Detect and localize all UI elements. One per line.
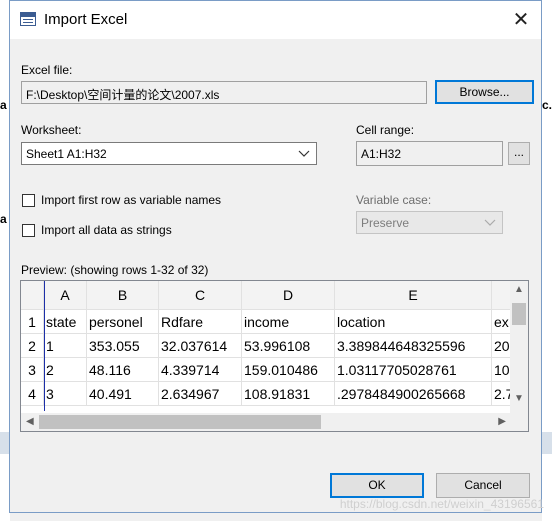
watermark: https://blog.csdn.net/weixin_43196561: [339, 497, 544, 511]
table-row: 4 3 40.491 2.634967 108.91831 .297848490…: [21, 381, 527, 406]
table-cell: location: [334, 309, 492, 334]
table-cell: 3: [43, 381, 87, 406]
excel-file-label: Excel file:: [21, 63, 73, 77]
table-cell: 1.03117705028761: [334, 357, 492, 382]
column-header[interactable]: C: [158, 281, 242, 310]
table-cell: 108.91831: [241, 381, 335, 406]
cell-range-picker-button[interactable]: ...: [508, 142, 530, 165]
scroll-right-icon[interactable]: ▶: [498, 416, 506, 427]
row-number: 2: [21, 333, 44, 358]
table-cell: income: [241, 309, 335, 334]
chevron-down-icon: [484, 219, 496, 226]
worksheet-value: Sheet1 A1:H32: [26, 147, 107, 161]
title-bar: Import Excel ✕: [10, 1, 541, 39]
checkbox-box[interactable]: [22, 223, 35, 237]
column-header-row: A B C D E: [21, 281, 527, 310]
table-cell: 353.055: [86, 333, 159, 358]
vertical-scroll-thumb[interactable]: [512, 303, 526, 325]
row-number: 3: [21, 357, 44, 382]
import-excel-dialog: Import Excel ✕ Excel file: F:\Desktop\空间…: [9, 0, 542, 513]
row-number: 1: [21, 309, 44, 334]
table-row: 3 2 48.116 4.339714 159.010486 1.0311770…: [21, 357, 527, 382]
dialog-title: Import Excel: [44, 11, 128, 28]
cell-range-field[interactable]: A1:H32: [356, 141, 503, 166]
preview-label: Preview: (showing rows 1-32 of 32): [21, 263, 209, 277]
table-cell: Rdfare: [158, 309, 242, 334]
table-cell: state: [43, 309, 87, 334]
horizontal-scroll-thumb[interactable]: [39, 415, 321, 429]
background-text-fragment-right: c.: [542, 98, 552, 112]
table-row: 2 1 353.055 32.037614 53.996108 3.389844…: [21, 333, 527, 358]
vertical-scrollbar[interactable]: ▲ ▼: [510, 281, 528, 413]
scroll-down-icon[interactable]: ▼: [514, 393, 524, 404]
scroll-left-icon[interactable]: ◀: [26, 416, 34, 427]
table-cell: 159.010486: [241, 357, 335, 382]
row-header-divider: [44, 281, 45, 411]
column-header[interactable]: A: [43, 281, 87, 310]
first-row-checkbox[interactable]: Import first row as variable names: [22, 193, 221, 207]
corner-cell: [21, 281, 44, 310]
checkbox-box[interactable]: [22, 193, 35, 207]
variable-case-value: Preserve: [361, 216, 410, 230]
table-cell: 2: [43, 357, 87, 382]
horizontal-scrollbar[interactable]: ◀ ▶: [21, 413, 528, 431]
table-cell: 4.339714: [158, 357, 242, 382]
worksheet-label: Worksheet:: [21, 123, 82, 137]
first-row-label: Import first row as variable names: [41, 193, 222, 207]
table-cell: 3.389844648325596: [334, 333, 492, 358]
table-cell: 53.996108: [241, 333, 335, 358]
table-cell: 48.116: [86, 357, 159, 382]
table-cell: 1: [43, 333, 87, 358]
cancel-button[interactable]: Cancel: [436, 473, 530, 498]
browse-button[interactable]: Browse...: [435, 80, 534, 104]
table-cell: .2978484900265668: [334, 381, 492, 406]
all-strings-checkbox[interactable]: Import all data as strings: [22, 223, 172, 237]
chevron-down-icon: [298, 150, 310, 157]
column-header[interactable]: D: [241, 281, 335, 310]
worksheet-select[interactable]: Sheet1 A1:H32: [21, 142, 317, 165]
close-button[interactable]: ✕: [507, 6, 535, 34]
table-cell: 2.634967: [158, 381, 242, 406]
column-header[interactable]: B: [86, 281, 159, 310]
cell-range-label: Cell range:: [356, 123, 415, 137]
preview-table: A B C D E 1 state personel Rdfare income…: [21, 281, 527, 406]
variable-case-select: Preserve: [356, 211, 503, 234]
table-cell: personel: [86, 309, 159, 334]
preview-grid[interactable]: A B C D E 1 state personel Rdfare income…: [20, 280, 529, 432]
table-row: 1 state personel Rdfare income location …: [21, 309, 527, 334]
window-icon: [20, 12, 36, 26]
background-text-fragment: a: [0, 98, 7, 112]
ok-button[interactable]: OK: [330, 473, 424, 498]
all-strings-label: Import all data as strings: [41, 223, 172, 237]
excel-file-field[interactable]: F:\Desktop\空间计量的论文\2007.xls: [21, 81, 427, 104]
table-cell: 32.037614: [158, 333, 242, 358]
variable-case-label: Variable case:: [356, 193, 432, 207]
row-number: 4: [21, 381, 44, 406]
scroll-up-icon[interactable]: ▲: [514, 284, 524, 295]
column-header[interactable]: E: [334, 281, 492, 310]
table-cell: 40.491: [86, 381, 159, 406]
background-text-fragment-2: a: [0, 212, 7, 226]
